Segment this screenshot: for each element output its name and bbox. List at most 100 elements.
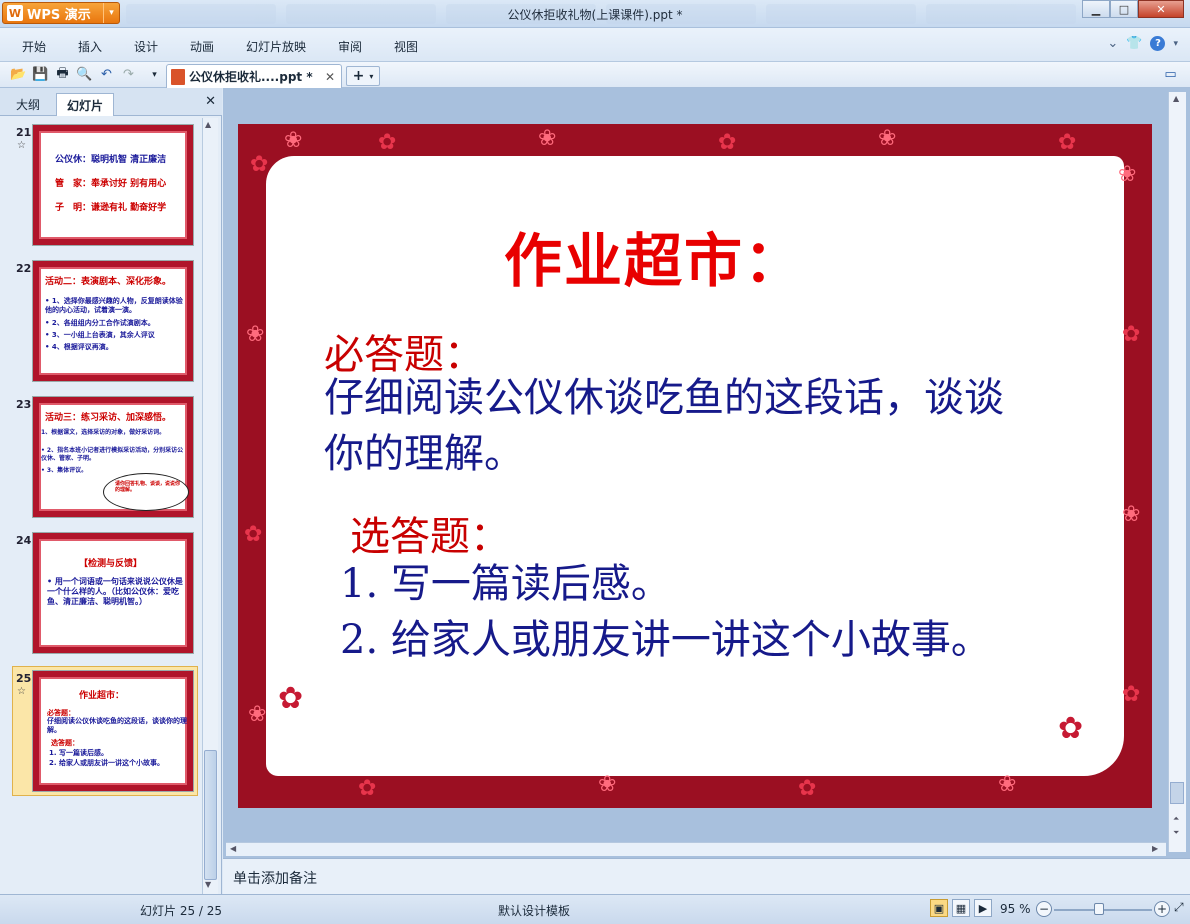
panel-tabs: 大纲 幻灯片 ✕	[0, 88, 222, 116]
customize-toolbar-icon[interactable]: ▾	[146, 66, 163, 83]
slide-title[interactable]: 作业超市：	[504, 214, 804, 298]
flower-decoration-icon: ❀	[248, 702, 267, 727]
chevron-down-icon[interactable]: ▾	[369, 72, 373, 81]
thumbnail-line: 活动二：表演剧本、深化形象。	[45, 277, 172, 287]
required-body-line-2[interactable]: 你的理解。	[324, 426, 524, 482]
flower-decoration-icon: ✿	[358, 776, 377, 801]
template-name: 默认设计模板	[498, 904, 571, 918]
thumbnail-line: 仔细阅读公仪休谈吃鱼的这段话，谈谈你的理解。	[47, 717, 187, 734]
slides-panel: 大纲 幻灯片 ✕ 21 ☆ 公仪休：聪明机智 清正廉洁 管 家：奉承讨好 别有用…	[0, 88, 222, 894]
notes-placeholder: 单击添加备注	[233, 871, 317, 887]
help-icon[interactable]: ?	[1150, 36, 1166, 51]
ppt-file-icon	[171, 68, 185, 85]
scroll-down-icon[interactable]: ▼	[205, 880, 211, 889]
scroll-up-icon[interactable]: ▲	[1173, 94, 1179, 103]
slide-thumbnail-22[interactable]: 活动二：表演剧本、深化形象。 • 1、选择你最感兴趣的人物，反复朗读体验他的内心…	[32, 260, 194, 382]
close-button[interactable]: ✕	[1138, 0, 1184, 18]
required-body-line-1[interactable]: 仔细阅读公仪休谈吃鱼的这段话，谈谈	[324, 370, 1004, 426]
document-tab[interactable]: 公仪休拒收礼....ppt * ✕	[166, 64, 342, 88]
thumbnail-line: • 3、一小组上台表演，其余人评议	[45, 331, 155, 339]
new-tab-button[interactable]: + ▾	[346, 66, 380, 86]
scrollbar-thumb[interactable]	[204, 750, 217, 880]
flower-decoration-icon: ❀	[284, 128, 303, 153]
help-dropdown-icon[interactable]: ▾	[1173, 39, 1178, 49]
thumbnail-number: 24	[16, 534, 32, 547]
app-menu-button[interactable]: W WPS 演示 ▾	[2, 2, 120, 24]
scrollbar-thumb[interactable]	[1170, 782, 1184, 804]
window-controls: ▁ □ ✕	[1082, 0, 1184, 20]
slide-thumbnail-23[interactable]: 活动三：练习采访、加深感悟。 1、根据课文，选择采访的对象，做好采访词。 • 2…	[32, 396, 194, 518]
flower-decoration-icon: ✿	[1122, 322, 1141, 347]
document-tab-label: 公仪休拒收礼....ppt *	[189, 70, 313, 84]
slide-thumbnail-24[interactable]: 【检测与反馈】 • 用一个词语或一句话来说说公仪休是一个什么样的人。（比如公仪休…	[32, 532, 194, 654]
next-slide-icon[interactable]: ⏷	[1173, 828, 1179, 838]
status-bar: 幻灯片 25 / 25 默认设计模板 ▣ ▦ ▶ 95 % − + ⤢	[0, 894, 1190, 924]
zoom-slider-handle[interactable]	[1094, 903, 1104, 915]
notes-pane[interactable]: 单击添加备注	[223, 858, 1190, 894]
tab-outline[interactable]: 大纲	[6, 93, 50, 116]
print-preview-icon[interactable]: 🔍	[76, 66, 93, 83]
thumbnail-line: 选答题：	[51, 739, 79, 747]
menu-insert[interactable]: 插入	[78, 38, 102, 55]
save-icon[interactable]: 💾	[32, 66, 49, 83]
wps-logo-icon: W	[7, 5, 23, 21]
optional-item-2[interactable]: 2. 给家人或朋友讲一讲这个小故事。	[340, 612, 991, 668]
thumbnail-line: 公仪休：聪明机智 清正廉洁	[55, 155, 167, 165]
thumbnail-number: 23	[16, 398, 32, 411]
optional-heading[interactable]: 选答题：	[350, 504, 510, 562]
tab-slides[interactable]: 幻灯片	[56, 93, 115, 116]
chevron-down-icon[interactable]: ▾	[103, 3, 119, 23]
skin-shirt-icon[interactable]: 👕	[1126, 36, 1142, 51]
thumbnail-number: 25	[16, 672, 32, 685]
zoom-out-icon[interactable]: −	[1036, 901, 1052, 917]
normal-view-icon[interactable]: ▣	[930, 899, 948, 917]
thumbnail-line: 【检测与反馈】	[79, 559, 143, 569]
menu-slideshow[interactable]: 幻灯片放映	[246, 38, 306, 55]
restore-panes-icon[interactable]: ▭	[1162, 66, 1179, 83]
maximize-button[interactable]: □	[1110, 0, 1138, 18]
flower-decoration-icon: ✿	[798, 776, 817, 801]
close-tab-icon[interactable]: ✕	[325, 70, 335, 84]
flower-decoration-icon: ✿	[278, 681, 304, 716]
close-panel-icon[interactable]: ✕	[205, 94, 216, 109]
chevron-down-icon[interactable]: ⌄	[1107, 36, 1118, 51]
minimize-button[interactable]: ▁	[1082, 0, 1110, 18]
thumbnail-line: • 3、集体评议。	[41, 467, 88, 474]
menu-view[interactable]: 视图	[394, 38, 418, 55]
slide-thumbnail-25[interactable]: 作业超市： 必答题： 仔细阅读公仪休谈吃鱼的这段话，谈谈你的理解。 选答题： 1…	[32, 670, 194, 792]
open-folder-icon[interactable]: 📂	[10, 66, 27, 83]
flower-decoration-icon: ✿	[718, 130, 737, 155]
thumbnail-line: • 2、指名本班小记者进行模拟采访活动，分别采访公仪休、管家、子明。	[41, 447, 184, 462]
menu-review[interactable]: 审阅	[338, 38, 362, 55]
thumbnail-line: 1、根据课文，选择采访的对象，做好采访词。	[41, 429, 166, 436]
slide-thumbnail-21[interactable]: 公仪休：聪明机智 清正廉洁 管 家：奉承讨好 别有用心 子 明：谦逊有礼 勤奋好…	[32, 124, 194, 246]
new-tab-label: +	[352, 68, 365, 84]
flower-decoration-icon: ✿	[1058, 130, 1077, 155]
previous-slide-icon[interactable]: ⏶	[1173, 814, 1179, 824]
slideshow-view-icon[interactable]: ▶	[974, 899, 992, 917]
print-icon[interactable]: 🖶	[54, 66, 71, 83]
thumbnail-line: 作业超市：	[79, 691, 125, 701]
slide-sorter-view-icon[interactable]: ▦	[952, 899, 970, 917]
editor-vertical-scrollbar[interactable]: ▲ ⏶ ⏷	[1168, 92, 1186, 852]
optional-item-1[interactable]: 1. 写一篇读后感。	[340, 556, 671, 612]
flower-decoration-icon: ❀	[598, 772, 617, 797]
redo-icon[interactable]: ↷	[120, 66, 137, 83]
fit-window-icon[interactable]: ⤢	[1174, 900, 1184, 915]
slides-panel-scrollbar[interactable]: ▲ ▼	[202, 118, 218, 894]
flower-decoration-icon: ❀	[998, 772, 1017, 797]
editor-horizontal-scrollbar[interactable]: ◀ ▶	[226, 842, 1166, 856]
menu-animation[interactable]: 动画	[190, 38, 214, 55]
menu-right-tools: ⌄ 👕 ? ▾	[1107, 36, 1178, 51]
scroll-right-icon[interactable]: ▶	[1152, 844, 1158, 853]
app-name: WPS 演示	[27, 7, 91, 23]
scroll-up-icon[interactable]: ▲	[205, 120, 211, 129]
menu-home[interactable]: 开始	[22, 38, 46, 55]
zoom-in-icon[interactable]: +	[1154, 901, 1170, 917]
flower-decoration-icon: ❀	[878, 126, 897, 151]
scroll-left-icon[interactable]: ◀	[230, 844, 236, 853]
menu-design[interactable]: 设计	[134, 38, 158, 55]
undo-icon[interactable]: ↶	[98, 66, 115, 83]
thumbnail-line: 2. 给家人或朋友讲一讲这个小故事。	[49, 759, 164, 767]
background-window-tabs	[126, 4, 1076, 24]
